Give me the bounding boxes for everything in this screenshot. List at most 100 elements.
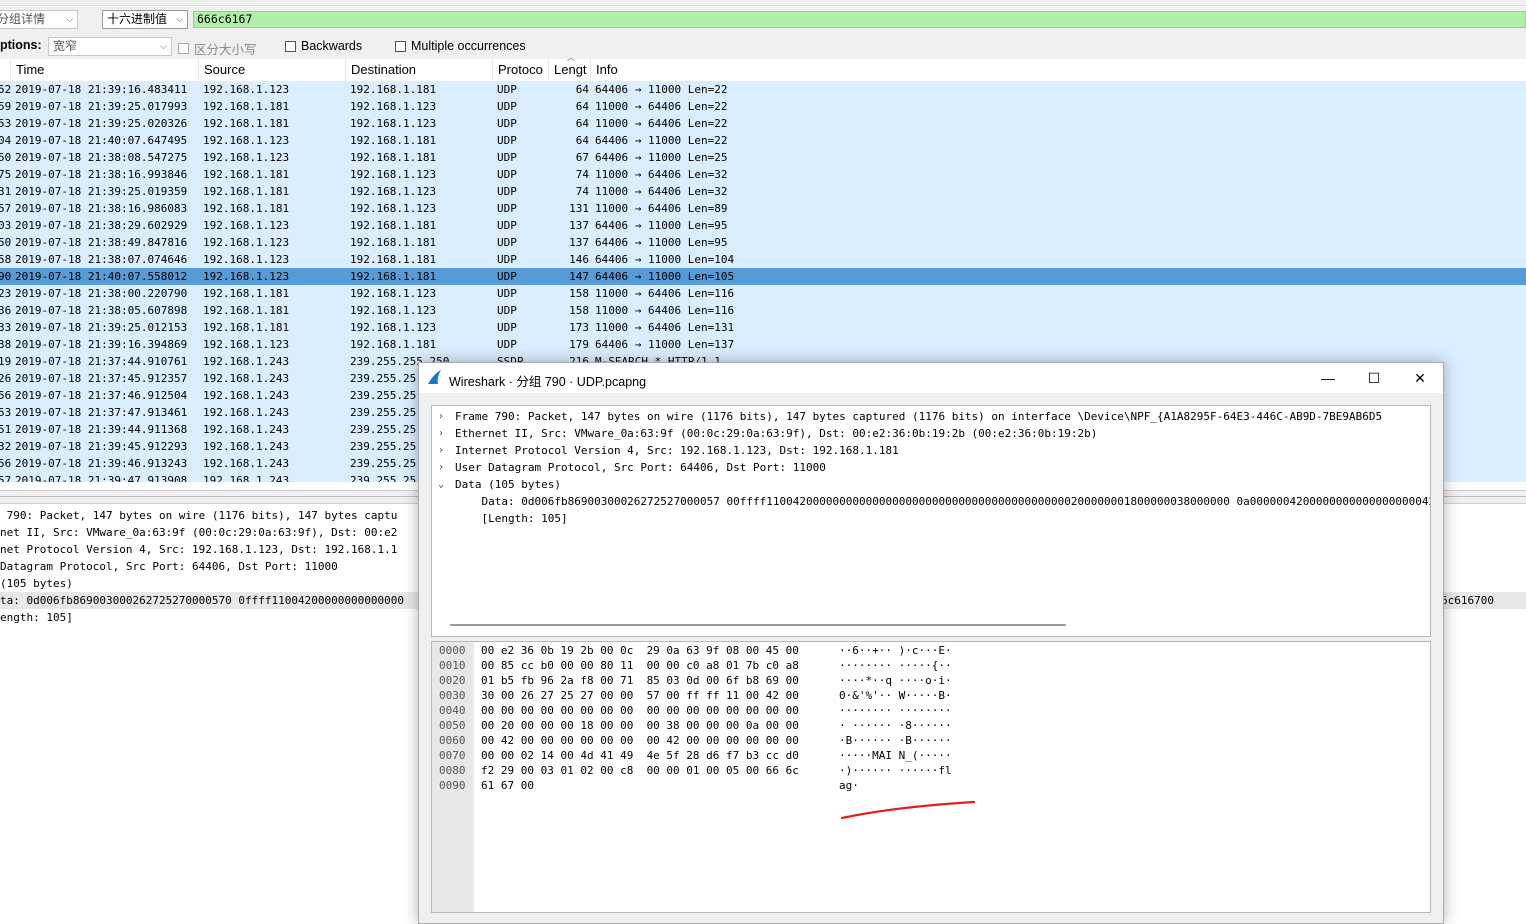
horizontal-scrollbar-thumb[interactable] [450,624,1066,626]
cell-src: 192.168.1.243 [203,440,290,453]
cell-src: 192.168.1.243 [203,389,290,402]
hex-ascii: ·B······ ·B······ [839,734,952,747]
cell-dst: 192.168.1.123 [350,185,437,198]
close-button[interactable]: ✕ [1397,363,1443,393]
cell-dst: 239.255.25 [350,406,417,419]
column-header-source[interactable]: Source [199,59,346,81]
table-row[interactable]: 33 2019-07-18 21:39:25.012153 192.168.1.18… [0,319,1526,336]
cell-no: 32 [0,440,12,453]
hex-row[interactable]: 0040 00 00 00 00 00 00 00 00 00 00 00 00 … [432,703,1430,718]
hex-row[interactable]: 0030 30 00 26 27 25 27 00 00 57 00 ff ff … [432,688,1430,703]
cell-proto: UDP [497,151,517,164]
table-row[interactable]: 53 2019-07-18 21:39:25.020326 192.168.1.18… [0,115,1526,132]
multiple-occurrences-checkbox[interactable]: Multiple occurrences [395,39,526,53]
cell-src: 192.168.1.181 [203,100,290,113]
backwards-checkbox[interactable]: Backwards [285,39,362,53]
chevron-down-icon[interactable]: ⌄ [438,476,444,493]
hex-row[interactable]: 0080 f2 29 00 03 01 02 00 c8 00 00 01 00 … [432,763,1430,778]
hex-ascii: ··6··+·· )·c···E· [839,644,952,657]
hex-bytes: 00 00 02 14 00 4d 41 49 4e 5f 28 d6 f7 b… [481,749,799,762]
table-row[interactable]: 75 2019-07-18 21:38:16.993846 192.168.1.18… [0,166,1526,183]
detail-line[interactable]: net II, Src: VMware_0a:63:9f (00:0c:29:0… [0,524,397,541]
checkbox-box [178,43,189,54]
cell-src: 192.168.1.123 [203,236,290,249]
table-row[interactable]: 36 2019-07-18 21:38:05.607898 192.168.1.18… [0,302,1526,319]
tree-item-label: Data (105 bytes) [455,478,561,491]
detail-line[interactable]: ta: 0d006fb869003000262725270000570 0fff… [0,592,404,609]
table-row[interactable]: 04 2019-07-18 21:40:07.647495 192.168.1.12… [0,132,1526,149]
cell-time: 2019-07-18 21:38:07.074646 [15,253,188,266]
table-row[interactable]: 52 2019-07-18 21:39:16.483411 192.168.1.12… [0,81,1526,98]
window-top-edge [0,0,1526,6]
cell-proto: UDP [497,185,517,198]
detail-line[interactable]: 790: Packet, 147 bytes on wire (1176 bit… [0,507,398,524]
hex-row[interactable]: 0010 00 85 cc b0 00 00 80 11 00 00 c0 a8 … [432,658,1430,673]
dialog-packet-tree[interactable]: › Frame 790: Packet, 147 bytes on wire (1… [431,405,1431,637]
table-row[interactable]: 03 2019-07-18 21:38:29.602929 192.168.1.12… [0,217,1526,234]
case-sensitive-checkbox[interactable]: 区分大小写 [178,39,257,58]
cell-src: 192.168.1.181 [203,202,290,215]
dialog-title: Wireshark · 分组 790 · UDP.pcapng [449,375,647,389]
cell-len: 179 [569,338,589,351]
hex-row[interactable]: 0090 61 67 00 ag· [432,778,1430,793]
minimize-button[interactable]: — [1305,363,1351,393]
table-row[interactable]: 50 2019-07-18 21:38:08.547275 192.168.1.12… [0,149,1526,166]
packet-list-header: Time Source Destination Protoco Lengt In… [0,59,1526,82]
hex-ascii: ag· [839,779,859,792]
search-type-combo[interactable]: 十六进制值 ⌵ [102,10,188,29]
column-header-protocol[interactable]: Protoco [493,59,549,81]
table-row[interactable]: 50 2019-07-18 21:38:49.847816 192.168.1.12… [0,234,1526,251]
hex-ascii: ·····MAI N_(····· [839,749,952,762]
cell-info: 11000 → 64406 Len=32 [595,185,728,198]
cell-src: 192.168.1.243 [203,372,290,385]
cell-info: 11000 → 64406 Len=131 [595,321,735,334]
table-row[interactable]: 23 2019-07-18 21:38:00.220790 192.168.1.18… [0,285,1526,302]
dialog-titlebar[interactable]: Wireshark · 分组 790 · UDP.pcapng — ☐ ✕ [419,363,1443,393]
cell-dst: 192.168.1.181 [350,338,437,351]
cell-time: 2019-07-18 21:38:16.993846 [15,168,188,181]
table-row[interactable]: 90 2019-07-18 21:40:07.558012 192.168.1.12… [0,268,1526,285]
hex-offset: 0000 [439,644,466,657]
hex-row[interactable]: 0020 01 b5 fb 96 2a f8 00 71 85 03 0d 00 … [432,673,1430,688]
detail-line-tail: 6c616700 [1441,594,1494,607]
hex-row[interactable]: 0070 00 00 02 14 00 4d 41 49 4e 5f 28 d6 … [432,748,1430,763]
hex-row[interactable]: 0050 00 20 00 00 00 18 00 00 00 38 00 00 … [432,718,1430,733]
sort-ascending-icon: ︿ [567,53,575,62]
close-icon: ✕ [1414,370,1426,386]
detail-line[interactable]: (105 bytes) [0,575,73,592]
hex-bytes: 00 e2 36 0b 19 2b 00 0c 29 0a 63 9f 08 0… [481,644,799,657]
column-header-destination[interactable]: Destination [346,59,493,81]
cell-time: 2019-07-18 21:39:45.912293 [15,440,188,453]
hex-ascii: · ······ ·8······ [839,719,952,732]
column-header-time[interactable]: Time [11,59,199,81]
chevron-right-icon[interactable]: › [438,459,444,476]
maximize-button[interactable]: ☐ [1351,363,1397,393]
detail-line[interactable]: ength: 105] [0,609,73,626]
cell-no: 23 [0,287,12,300]
detail-line[interactable]: Datagram Protocol, Src Port: 64406, Dst … [0,558,338,575]
cell-no: 19 [0,355,12,368]
red-underline-annotation [840,800,976,820]
detail-line[interactable]: net Protocol Version 4, Src: 192.168.1.1… [0,541,397,558]
cell-time: 2019-07-18 21:40:07.647495 [15,134,188,147]
hex-row[interactable]: 0000 00 e2 36 0b 19 2b 00 0c 29 0a 63 9f … [432,643,1430,658]
dialog-hex-pane[interactable]: 0000 00 e2 36 0b 19 2b 00 0c 29 0a 63 9f … [431,641,1431,913]
column-header-info[interactable]: Info [591,59,1526,81]
search-input[interactable]: 666c6167 [193,11,1526,28]
hex-row[interactable]: 0060 00 42 00 00 00 00 00 00 00 42 00 00 … [432,733,1430,748]
column-header-no[interactable] [0,59,11,81]
table-row[interactable]: 38 2019-07-18 21:39:16.394869 192.168.1.12… [0,336,1526,353]
table-row[interactable]: 31 2019-07-18 21:39:25.019359 192.168.1.18… [0,183,1526,200]
cell-len: 131 [569,202,589,215]
cell-len: 64 [575,83,589,96]
chevron-right-icon[interactable]: › [438,408,444,425]
charset-combo[interactable]: 宽窄 ⌵ [48,37,172,56]
chevron-right-icon[interactable]: › [438,442,444,459]
cell-no: 51 [0,423,12,436]
chevron-right-icon[interactable]: › [438,425,444,442]
cell-no: 26 [0,372,12,385]
table-row[interactable]: 57 2019-07-18 21:38:16.986083 192.168.1.18… [0,200,1526,217]
search-in-combo[interactable]: 分组详情 ⌵ [0,10,78,29]
table-row[interactable]: 58 2019-07-18 21:38:07.074646 192.168.1.12… [0,251,1526,268]
table-row[interactable]: 59 2019-07-18 21:39:25.017993 192.168.1.18… [0,98,1526,115]
